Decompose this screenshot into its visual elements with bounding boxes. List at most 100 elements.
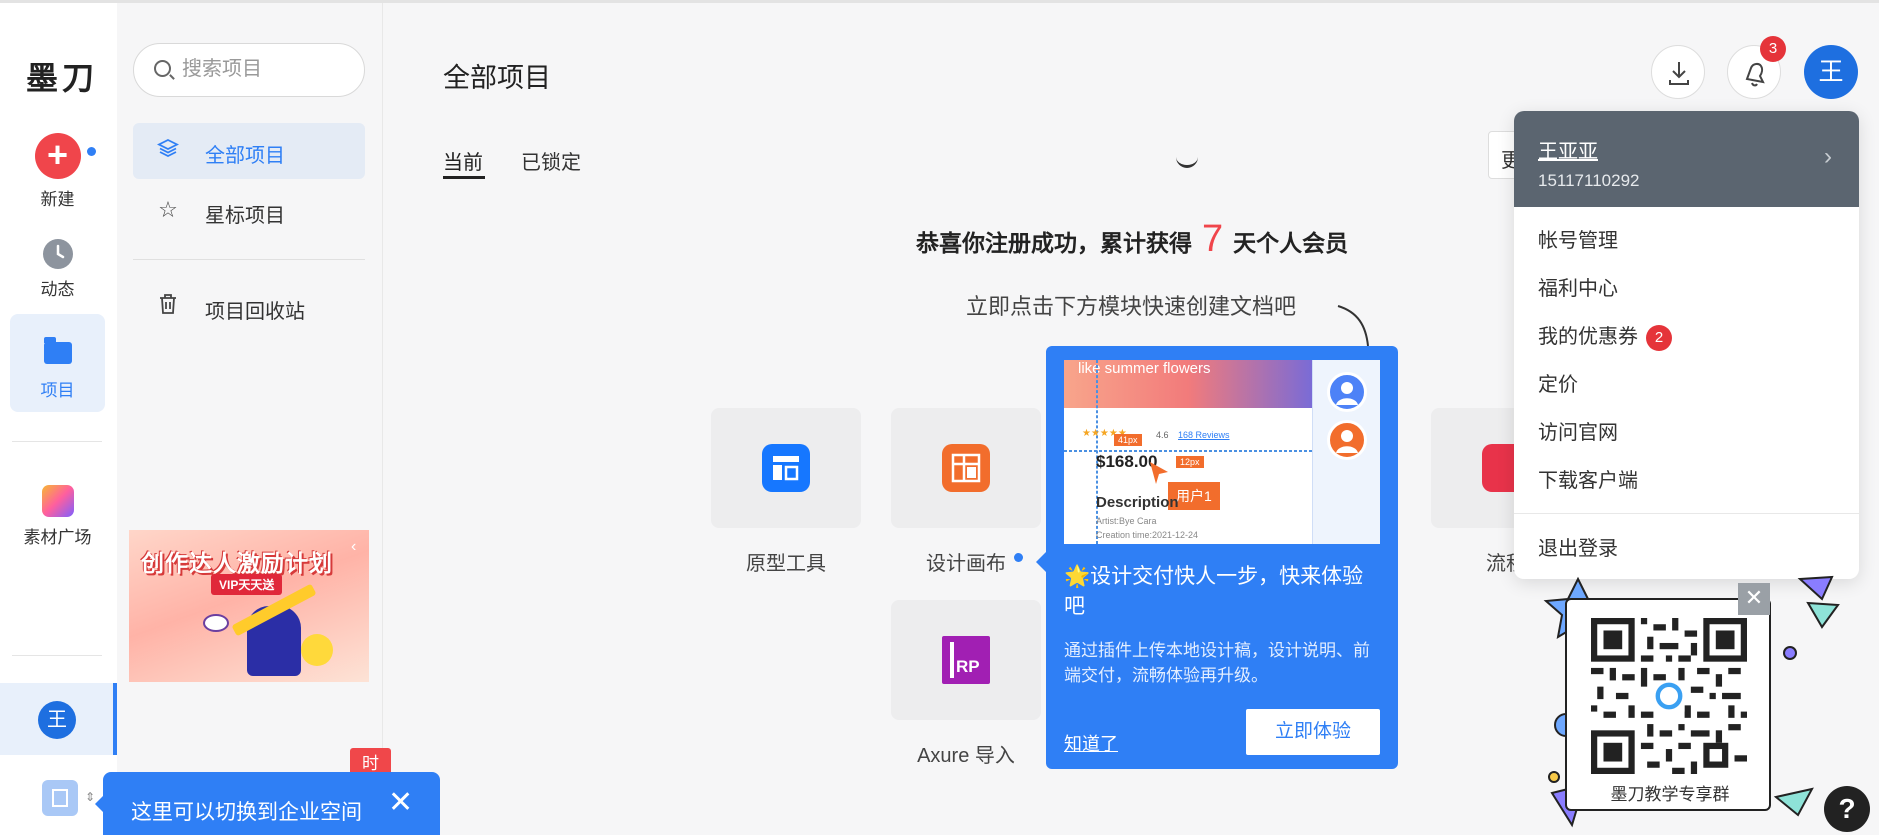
avatar: 王 [38,701,76,739]
tab-current[interactable]: 当前 [443,146,485,179]
try-now-button[interactable]: 立即体验 [1246,709,1380,755]
axure-icon: RP [942,636,990,684]
close-icon[interactable]: ✕ [388,788,413,818]
promo-banner[interactable]: 创作达人激励计划 VIP天天送 ‹ [129,530,369,682]
card-prototype-tool[interactable] [711,408,861,528]
trash-icon [155,293,181,321]
card-axure-import[interactable]: RP [891,600,1041,720]
design-delivery-popover: like summer flowers ★★★★★ 4.6 168 Review… [1036,346,1398,769]
search-input[interactable] [182,58,352,81]
hint-arrow [1337,305,1369,347]
clock-icon [42,239,73,269]
menu-my-coupons[interactable]: 我的优惠券 2 [1514,313,1859,361]
promo-badge: VIP天天送 [211,574,283,595]
rail-divider [12,441,102,442]
menu-logout[interactable]: 退出登录 [1514,525,1859,573]
rail-projects-button[interactable]: 项目 [10,314,105,412]
svg-text:RP: RP [956,657,980,676]
enterprise-space-icon[interactable] [42,780,78,816]
app-logo: 墨刀 [26,59,99,97]
new-indicator-dot [87,147,96,156]
download-icon [1669,62,1689,85]
space-switch-tip: 这里可以切换到企业空间 ✕ [95,772,440,835]
preview-description: Description [1096,494,1179,511]
card-design-canvas[interactable] [891,408,1041,528]
user-menu-dropdown: 王亚亚 15117110292 › 帐号管理 福利中心 我的优惠券 2 定价 访问… [1514,111,1859,579]
page-title: 全部项目 [443,63,551,93]
qr-code-card: 墨刀教学专享群 [1565,598,1771,811]
create-hint: 立即点击下方模块快速创建文档吧 [966,294,1297,319]
layers-icon [155,137,181,165]
nav-all-projects[interactable]: 全部项目 [133,123,365,179]
user-name: 王亚亚 [1538,141,1598,163]
nav-label: 项目回收站 [205,301,305,323]
nav-starred-projects[interactable]: ☆ 星标项目 [133,183,365,239]
user-phone: 15117110292 [1538,171,1640,190]
help-button[interactable]: ? [1824,786,1870,832]
nav-label: 星标项目 [205,205,285,227]
switch-space-icon[interactable]: ⇕ [85,790,95,804]
materials-icon [41,485,74,517]
eye-illustration [203,614,229,632]
dismiss-link[interactable]: 知道了 [1064,730,1118,756]
measure-tag: 12px [1176,456,1204,468]
nav-trash[interactable]: 项目回收站 [133,279,365,335]
menu-divider [1514,513,1859,514]
menu-label: 我的优惠券 [1538,326,1638,348]
qr-code-icon [1591,618,1747,774]
preview-avatars [1312,360,1380,544]
preview-banner: like summer flowers [1064,360,1312,408]
rail-divider [12,655,102,656]
menu-pricing[interactable]: 定价 [1514,361,1859,409]
cursor-icon [1150,462,1168,484]
search-icon [154,60,171,77]
rail-materials-button[interactable]: 素材广场 [10,485,105,548]
close-icon[interactable]: ✕ [1738,583,1770,615]
close-icon[interactable]: ‹ [351,538,356,556]
canvas-icon [942,444,990,492]
user-profile-header[interactable]: 王亚亚 15117110292 › [1514,111,1859,207]
project-sidebar: 全部项目 ☆ 星标项目 项目回收站 创作达人激励计划 VIP天天送 ‹ 时长剩余… [117,3,391,835]
menu-download-client[interactable]: 下载客户端 [1514,457,1859,505]
rail-new-button[interactable]: + 新建 [10,133,105,210]
preview-created: Creation time:2021-12-24 [1096,530,1199,540]
coupon-count-badge: 2 [1646,324,1672,351]
left-rail: 墨刀 + 新建 动态 项目 素材广场 王 [0,3,117,835]
tab-locked[interactable]: 已锁定 [521,146,581,175]
qr-label: 墨刀教学专享群 [1610,785,1730,804]
menu-visit-website[interactable]: 访问官网 [1514,409,1859,457]
menu-account-management[interactable]: 帐号管理 [1514,217,1859,265]
smile-illustration [1176,156,1198,168]
preview-reviews: 168 Reviews [1178,430,1230,440]
card-label: 设计画布 [926,553,1006,575]
personal-space-item[interactable]: 王 [0,683,117,755]
rail-projects-label: 项目 [40,381,75,400]
popover-description: 通过插件上传本地设计稿，设计说明、前端交付，流畅体验再升级。 [1064,641,1370,685]
rail-activity-button[interactable]: 动态 [10,239,105,300]
popover-title: 🌟设计交付快人一步，快来体验吧 [1064,565,1364,618]
menu-benefits-center[interactable]: 福利中心 [1514,265,1859,313]
download-button[interactable] [1651,45,1705,99]
new-indicator-dot [1014,553,1023,562]
rail-new-label: 新建 [40,190,75,209]
congrats-days: 7 [1202,218,1224,260]
measure-tag: 41px [1114,434,1142,446]
congrats-message: 恭喜你注册成功，累计获得 7 天个人会员 [916,218,1348,261]
sidebar-divider [133,259,365,260]
user-avatar-icon [1327,420,1367,460]
preview-image: like summer flowers ★★★★★ 4.6 168 Review… [1064,360,1380,544]
prototype-icon [762,444,810,492]
preview-rating: 4.6 [1156,430,1169,440]
plus-icon: + [34,133,81,179]
card-label: Axure 导入 [917,745,1015,767]
user-avatar-button[interactable]: 王 [1804,45,1858,99]
preview-artist: Artist:Bye Cara [1096,516,1157,526]
search-box[interactable] [133,43,365,97]
notification-count-badge: 3 [1760,36,1786,62]
nav-label: 全部项目 [205,145,285,167]
user-avatar-icon [1327,372,1367,412]
star-icon: ☆ [158,197,178,222]
bulb-illustration [301,634,333,666]
folder-icon [43,337,72,364]
congrats-suffix: 天个人会员 [1233,230,1349,256]
